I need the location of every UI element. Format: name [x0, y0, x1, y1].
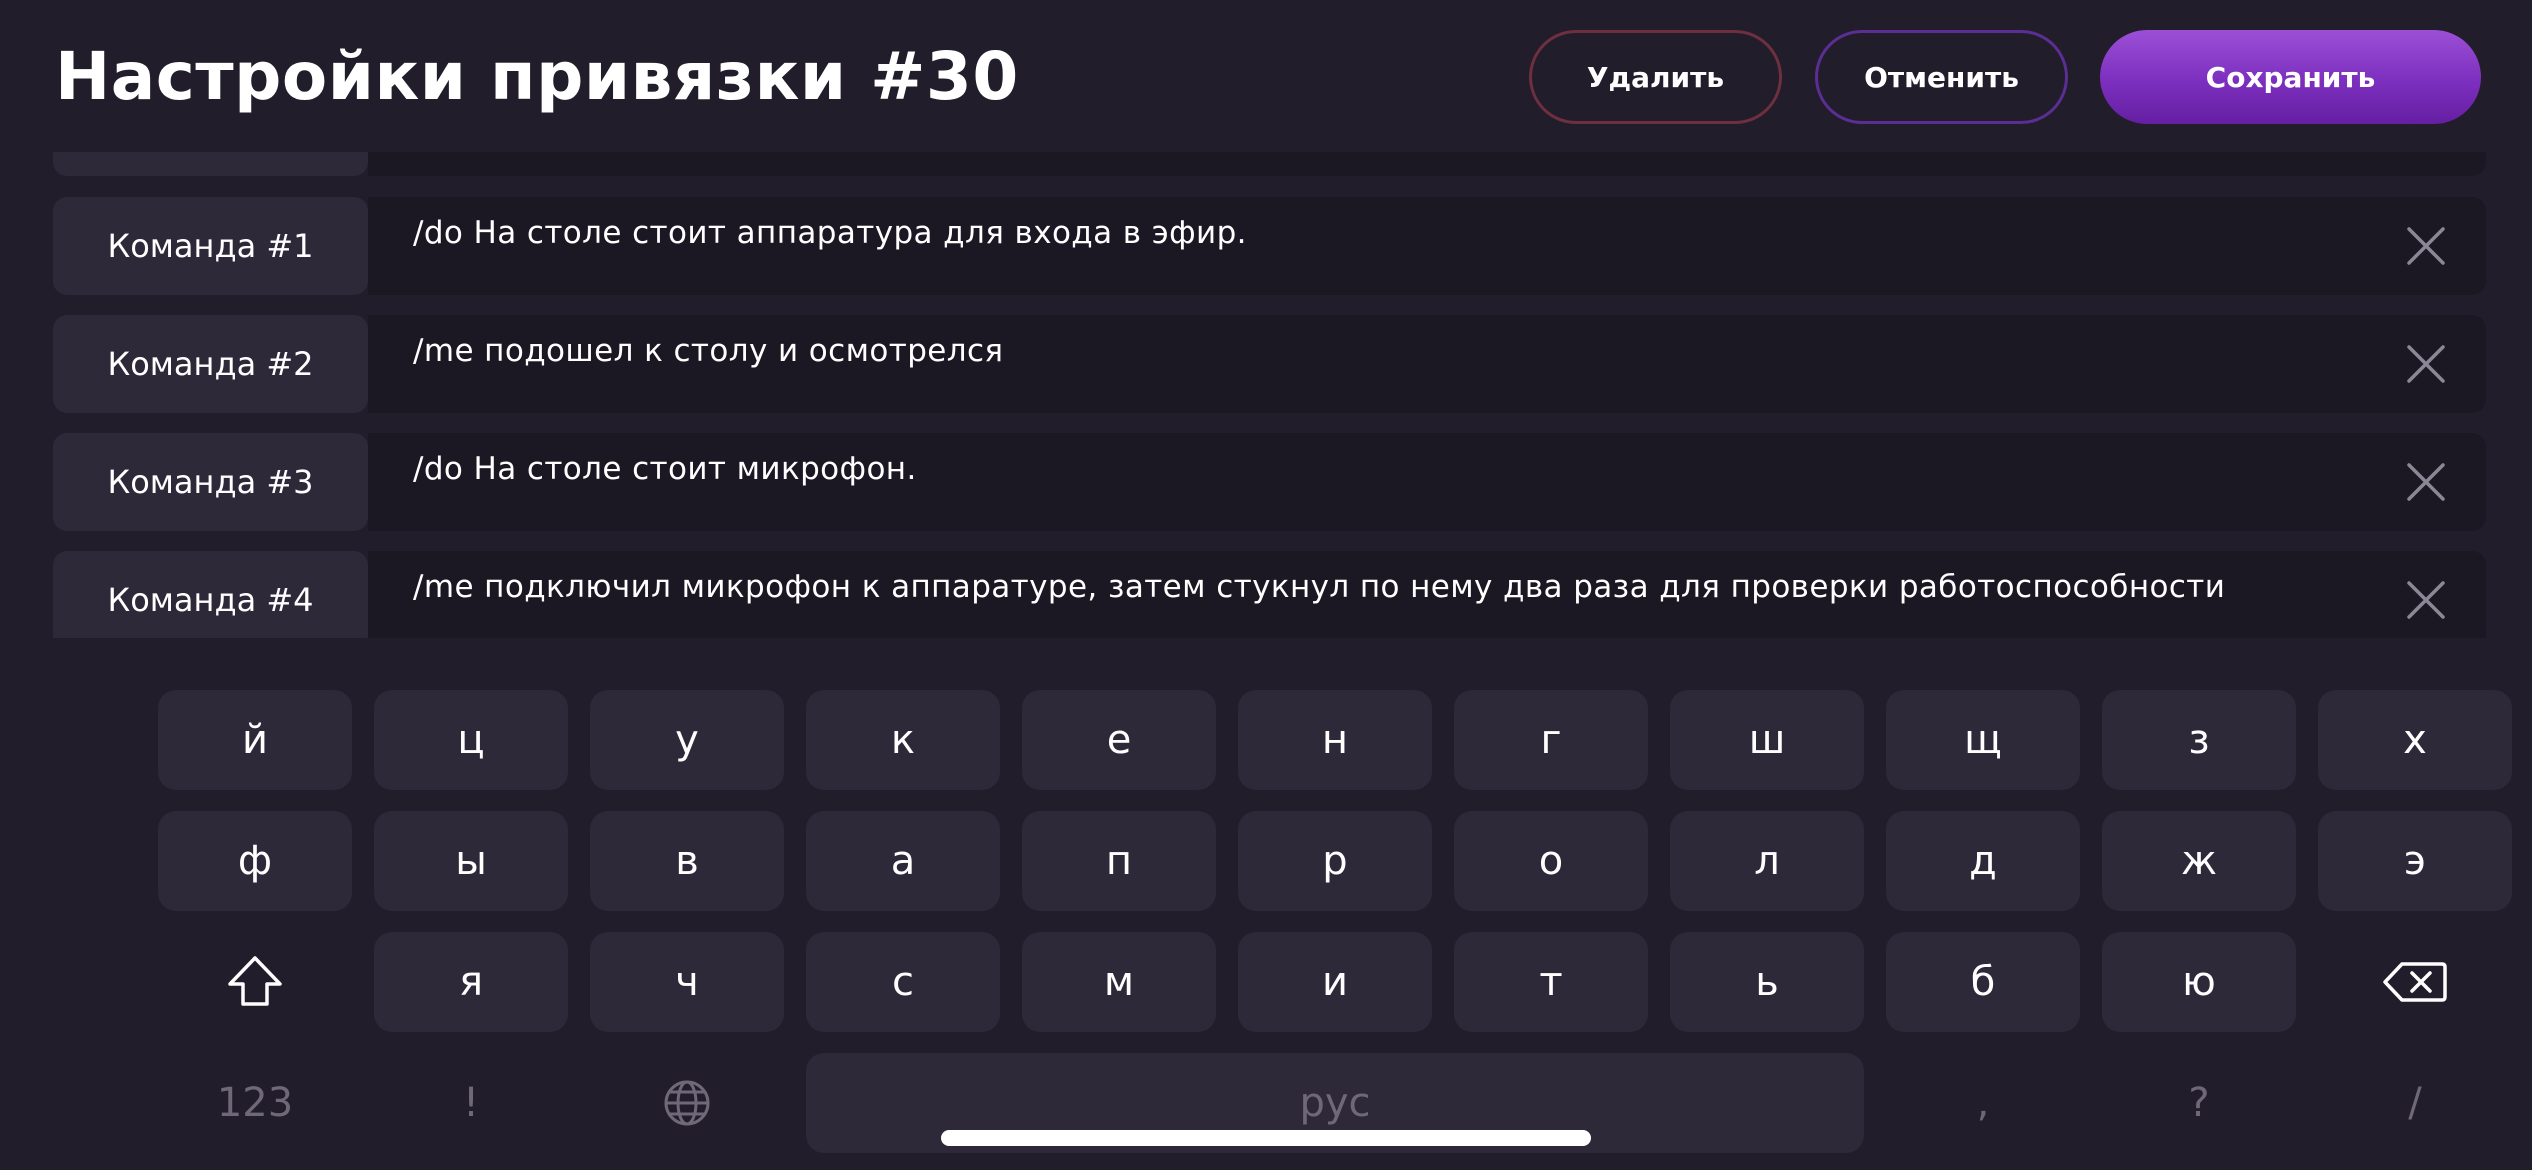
- key[interactable]: г: [1454, 690, 1648, 790]
- backspace-key[interactable]: [2318, 932, 2512, 1032]
- command-input[interactable]: /do На столе стоит микрофон.: [368, 433, 2486, 531]
- close-icon[interactable]: [2406, 344, 2446, 384]
- key[interactable]: к: [806, 690, 1000, 790]
- cancel-button[interactable]: Отменить: [1815, 30, 2068, 124]
- key[interactable]: п: [1022, 811, 1216, 911]
- globe-icon: [664, 1080, 710, 1126]
- command-text: /do На столе стоит аппаратура для входа …: [413, 215, 1247, 251]
- shift-icon: [228, 956, 282, 1006]
- command-list: Команда #1 /do На столе стоит аппаратура…: [0, 152, 2532, 638]
- key[interactable]: ч: [590, 932, 784, 1032]
- key[interactable]: ш: [1670, 690, 1864, 790]
- slash-key[interactable]: /: [2318, 1053, 2512, 1153]
- command-row-partial: [53, 152, 2486, 176]
- key[interactable]: я: [374, 932, 568, 1032]
- command-text: /do На столе стоит микрофон.: [413, 451, 917, 487]
- key[interactable]: р: [1238, 811, 1432, 911]
- command-text: /me подключил микрофон к аппаратуре, зат…: [413, 569, 2226, 605]
- key[interactable]: з: [2102, 690, 2296, 790]
- key[interactable]: ь: [1670, 932, 1864, 1032]
- key[interactable]: ю: [2102, 932, 2296, 1032]
- key[interactable]: б: [1886, 932, 2080, 1032]
- key[interactable]: е: [1022, 690, 1216, 790]
- key[interactable]: м: [1022, 932, 1216, 1032]
- command-row-1: Команда #1 /do На столе стоит аппаратура…: [53, 197, 2486, 295]
- comma-key[interactable]: ,: [1886, 1053, 2080, 1153]
- close-icon[interactable]: [2406, 580, 2446, 620]
- save-button[interactable]: Сохранить: [2100, 30, 2481, 124]
- backspace-icon: [2383, 962, 2447, 1002]
- delete-button[interactable]: Удалить: [1529, 30, 1782, 124]
- command-label-partial: [53, 152, 368, 176]
- key[interactable]: у: [590, 690, 784, 790]
- question-key[interactable]: ?: [2102, 1053, 2296, 1153]
- globe-key[interactable]: [590, 1053, 784, 1153]
- command-row-2: Команда #2 /me подошел к столу и осмотре…: [53, 315, 2486, 413]
- exclamation-key[interactable]: !: [374, 1053, 568, 1153]
- key[interactable]: й: [158, 690, 352, 790]
- command-row-3: Команда #3 /do На столе стоит микрофон.: [53, 433, 2486, 531]
- key[interactable]: о: [1454, 811, 1648, 911]
- key[interactable]: ы: [374, 811, 568, 911]
- key[interactable]: с: [806, 932, 1000, 1032]
- key[interactable]: д: [1886, 811, 2080, 911]
- key[interactable]: т: [1454, 932, 1648, 1032]
- key[interactable]: ф: [158, 811, 352, 911]
- key[interactable]: л: [1670, 811, 1864, 911]
- command-label: Команда #3: [53, 433, 368, 531]
- key[interactable]: в: [590, 811, 784, 911]
- numbers-key[interactable]: 123: [158, 1053, 352, 1153]
- key[interactable]: и: [1238, 932, 1432, 1032]
- page-title: Настройки привязки #30: [55, 38, 1019, 115]
- key[interactable]: а: [806, 811, 1000, 911]
- command-text: /me подошел к столу и осмотрелся: [413, 333, 1004, 369]
- key[interactable]: ж: [2102, 811, 2296, 911]
- key[interactable]: ц: [374, 690, 568, 790]
- home-indicator[interactable]: [941, 1130, 1591, 1146]
- key[interactable]: н: [1238, 690, 1432, 790]
- command-row-4: Команда #4 /me подключил микрофон к аппа…: [53, 551, 2486, 638]
- key[interactable]: х: [2318, 690, 2512, 790]
- command-input[interactable]: /do На столе стоит аппаратура для входа …: [368, 197, 2486, 295]
- shift-key[interactable]: [158, 932, 352, 1032]
- command-field-partial[interactable]: [368, 152, 2486, 176]
- close-icon[interactable]: [2406, 226, 2446, 266]
- command-input[interactable]: /me подошел к столу и осмотрелся: [368, 315, 2486, 413]
- close-icon[interactable]: [2406, 462, 2446, 502]
- command-label: Команда #4: [53, 551, 368, 638]
- key[interactable]: щ: [1886, 690, 2080, 790]
- key[interactable]: э: [2318, 811, 2512, 911]
- command-label: Команда #1: [53, 197, 368, 295]
- command-label: Команда #2: [53, 315, 368, 413]
- command-input[interactable]: /me подключил микрофон к аппаратуре, зат…: [368, 551, 2486, 638]
